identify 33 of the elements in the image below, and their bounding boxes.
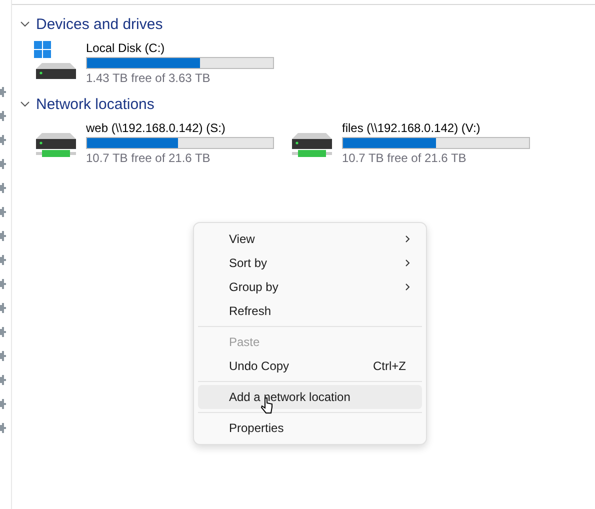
chevron-icon[interactable]: [20, 19, 30, 29]
pin-icon[interactable]: [0, 351, 6, 361]
pin-icon[interactable]: [0, 375, 6, 385]
menu-item[interactable]: Undo Copy Ctrl+Z: [198, 354, 422, 378]
pin-icon[interactable]: [0, 111, 6, 121]
menu-item[interactable]: Group by: [198, 275, 422, 299]
drive-name[interactable]: Local Disk (C:): [86, 41, 274, 57]
pin-icon[interactable]: [0, 183, 6, 193]
pin-icon[interactable]: [0, 231, 6, 241]
menu-item[interactable]: Properties: [198, 416, 422, 440]
pin-icon[interactable]: [0, 423, 6, 433]
pin-icon[interactable]: [0, 399, 6, 409]
pin-icon[interactable]: [0, 255, 6, 265]
pin-icon[interactable]: [0, 207, 6, 217]
pin-icon[interactable]: [0, 303, 6, 313]
pin-icon[interactable]: [0, 135, 6, 145]
chevron-icon[interactable]: [20, 99, 30, 109]
pin-icon[interactable]: [0, 327, 6, 337]
menu-item[interactable]: Refresh: [198, 299, 422, 323]
pin-icon[interactable]: [0, 279, 6, 289]
shortcut: Ctrl+Z: [373, 359, 406, 373]
free-space: 10.7 TB free of 21.6 TB: [86, 151, 212, 165]
menu-item[interactable]: Sort by: [198, 251, 422, 275]
section-header[interactable]: Network locations: [20, 93, 595, 115]
section-header[interactable]: Devices and drives: [20, 13, 595, 35]
drive-name[interactable]: files (\\192.168.0.142) (V:): [342, 121, 530, 137]
drive-name[interactable]: web (\\192.168.0.142) (S:): [86, 121, 274, 137]
pin-icon[interactable]: [0, 87, 6, 97]
free-space: 1.43 TB free of 3.63 TB: [86, 71, 212, 85]
menu-item[interactable]: Add a network location: [198, 385, 422, 409]
free-space: 10.7 TB free of 21.6 TB: [342, 151, 468, 165]
pin-icon[interactable]: [0, 159, 6, 169]
menu-item[interactable]: View: [198, 227, 422, 251]
